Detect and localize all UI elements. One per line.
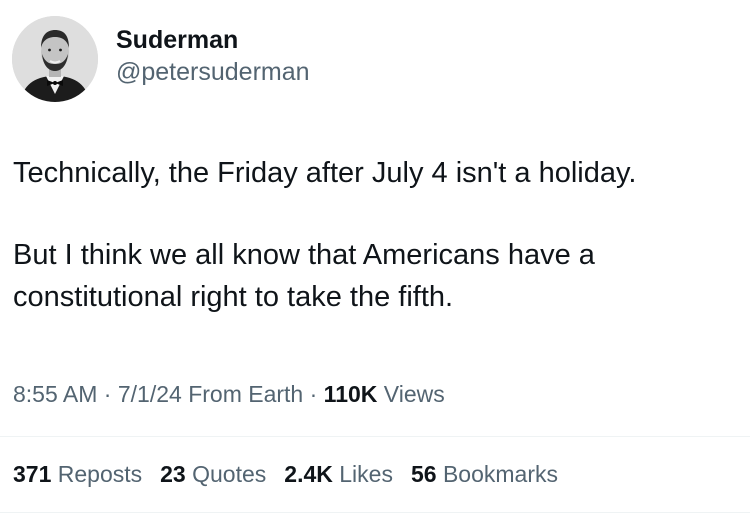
tweet-text: Technically, the Friday after July 4 isn… [13, 152, 733, 318]
quotes-label: Quotes [192, 461, 267, 487]
divider [0, 512, 750, 513]
engagement-stats: 371 Reposts 23 Quotes 2.4K Likes 56 Book… [13, 458, 576, 490]
avatar[interactable] [12, 16, 98, 102]
views-count: 110K [323, 381, 378, 407]
tweet-header: Suderman @petersuderman [12, 16, 310, 102]
tweet-card: Suderman @petersuderman Technically, the… [0, 0, 750, 520]
likes-label: Likes [339, 461, 393, 487]
display-name[interactable]: Suderman [116, 24, 310, 56]
reposts-stat[interactable]: 371 Reposts [13, 458, 142, 490]
author-names: Suderman @petersuderman [116, 24, 310, 88]
divider [0, 436, 750, 437]
quotes-stat[interactable]: 23 Quotes [160, 458, 266, 490]
bookmarks-stat[interactable]: 56 Bookmarks [411, 458, 558, 490]
meta-separator: · [103, 381, 112, 407]
quotes-count: 23 [160, 461, 186, 487]
source-label: From Earth [188, 381, 304, 407]
handle[interactable]: @petersuderman [116, 56, 310, 88]
timestamp-date[interactable]: 7/1/24 [118, 381, 182, 407]
reposts-count: 371 [13, 461, 52, 487]
views-label: Views [383, 381, 445, 407]
tweet-paragraph-1: Technically, the Friday after July 4 isn… [13, 157, 637, 189]
profile-photo-icon [12, 16, 98, 102]
likes-stat[interactable]: 2.4K Likes [284, 458, 393, 490]
timestamp-time[interactable]: 8:55 AM [13, 381, 97, 407]
likes-count: 2.4K [284, 461, 333, 487]
tweet-meta: 8:55 AM · 7/1/24 From Earth · 110K Views [13, 378, 445, 410]
reposts-label: Reposts [57, 461, 143, 487]
bookmarks-count: 56 [410, 461, 437, 487]
bookmarks-label: Bookmarks [442, 461, 558, 487]
meta-separator: · [309, 381, 318, 407]
tweet-paragraph-2: But I think we all know that Americans h… [13, 239, 595, 313]
